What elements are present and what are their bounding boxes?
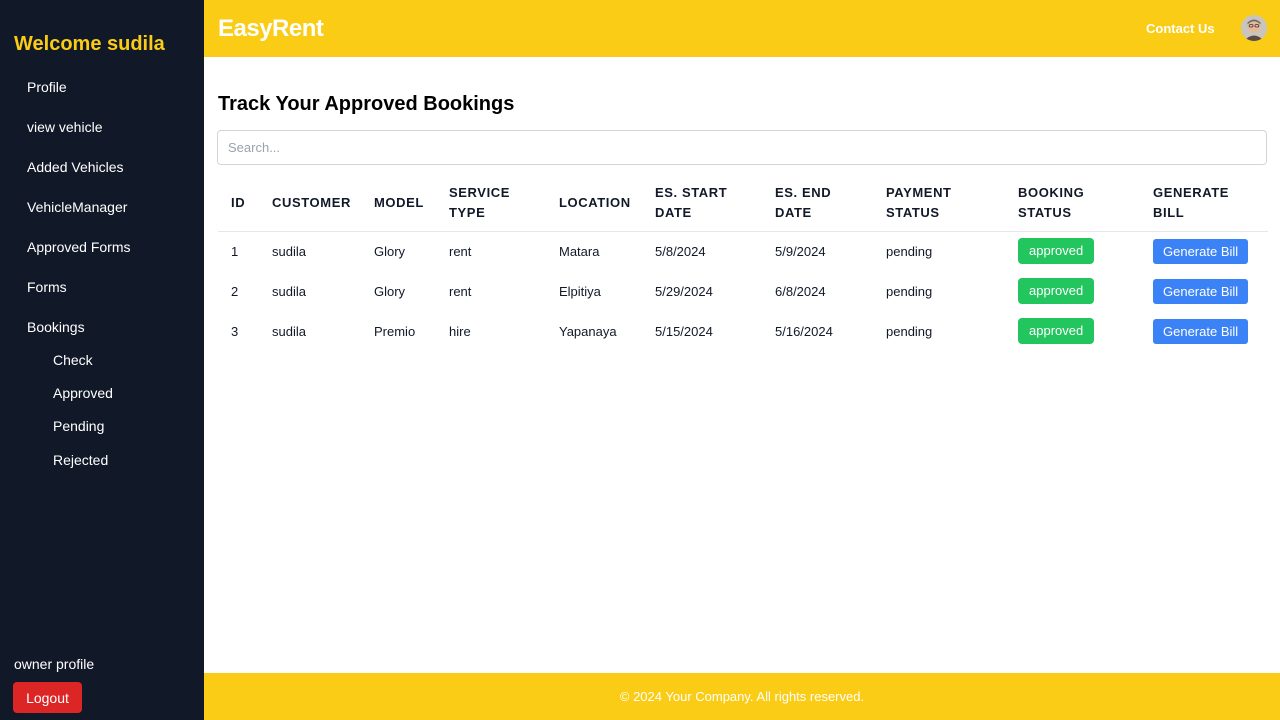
cell-payment-status: pending <box>886 283 933 299</box>
column-header-booking-status: BOOKING STATUS <box>1005 175 1140 232</box>
cell-service-type: rent <box>449 283 472 299</box>
cell-end-date: 5/16/2024 <box>775 323 833 339</box>
column-header-end-date: ES. END DATE <box>762 175 873 232</box>
status-badge: approved <box>1018 318 1095 344</box>
welcome-heading: Welcome sudila <box>14 33 165 55</box>
sidebar-item-bookings[interactable]: Bookings <box>27 319 85 335</box>
user-avatar-icon[interactable] <box>1241 15 1267 41</box>
main-content: Track Your Approved Bookings ID CUSTOMER… <box>204 57 1280 673</box>
sidebar-item-added-vehicles[interactable]: Added Vehicles <box>27 159 124 175</box>
sidebar-subitem-pending[interactable]: Pending <box>53 418 104 434</box>
top-header: EasyRent Contact Us <box>204 0 1280 57</box>
cell-id: 3 <box>231 323 239 339</box>
cell-id: 1 <box>231 243 239 259</box>
column-header-generate-bill: GENERATE BILL <box>1140 175 1268 232</box>
table-header-row: ID CUSTOMER MODEL SERVICE TYPE LOCATION … <box>218 175 1268 232</box>
logout-button[interactable]: Logout <box>13 682 82 713</box>
cell-service-type: hire <box>449 323 471 339</box>
generate-bill-button[interactable]: Generate Bill <box>1153 238 1249 264</box>
sidebar-item-view-vehicle[interactable]: view vehicle <box>27 119 102 135</box>
cell-generate-bill: Generate Bill <box>1140 311 1268 351</box>
status-badge: approved <box>1018 278 1095 304</box>
bookings-table: ID CUSTOMER MODEL SERVICE TYPE LOCATION … <box>218 175 1268 351</box>
column-header-start-date: ES. START DATE <box>642 175 762 232</box>
sidebar: Welcome sudila Profile view vehicle Adde… <box>0 0 204 720</box>
cell-payment-status: pending <box>886 243 933 259</box>
cell-model: Glory <box>374 243 406 259</box>
cell-booking-status: approved <box>1005 231 1140 271</box>
cell-customer: sudila <box>272 283 306 299</box>
sidebar-item-profile[interactable]: Profile <box>27 79 67 95</box>
owner-profile-link[interactable]: owner profile <box>14 656 94 672</box>
cell-start-date: 5/8/2024 <box>655 243 706 259</box>
generate-bill-button[interactable]: Generate Bill <box>1153 278 1249 304</box>
page-title: Track Your Approved Bookings <box>218 93 515 115</box>
sidebar-item-vehicle-manager[interactable]: VehicleManager <box>27 199 127 215</box>
column-header-model: MODEL <box>361 175 436 232</box>
cell-service-type: rent <box>449 243 472 259</box>
cell-payment-status: pending <box>886 323 933 339</box>
column-header-id: ID <box>218 175 259 232</box>
sidebar-subitem-rejected[interactable]: Rejected <box>53 452 108 468</box>
column-header-payment-status: PAYMENT STATUS <box>873 175 1005 232</box>
cell-location: Elpitiya <box>559 283 601 299</box>
cell-start-date: 5/29/2024 <box>655 283 713 299</box>
generate-bill-button[interactable]: Generate Bill <box>1153 318 1249 344</box>
column-header-customer: CUSTOMER <box>259 175 361 232</box>
cell-booking-status: approved <box>1005 271 1140 311</box>
cell-start-date: 5/15/2024 <box>655 323 713 339</box>
table-row: 2 sudila Glory rent Elpitiya 5/29/2024 6… <box>218 271 1268 311</box>
cell-generate-bill: Generate Bill <box>1140 231 1268 271</box>
sidebar-item-forms[interactable]: Forms <box>27 279 67 295</box>
cell-location: Yapanaya <box>559 323 617 339</box>
contact-us-link[interactable]: Contact Us <box>1146 21 1215 36</box>
brand-logo[interactable]: EasyRent <box>218 15 324 43</box>
sidebar-subitem-check[interactable]: Check <box>53 352 93 368</box>
sidebar-subitem-approved[interactable]: Approved <box>53 385 113 401</box>
cell-customer: sudila <box>272 323 306 339</box>
column-header-location: LOCATION <box>546 175 642 232</box>
sidebar-item-approved-forms[interactable]: Approved Forms <box>27 239 130 255</box>
cell-end-date: 6/8/2024 <box>775 283 826 299</box>
cell-booking-status: approved <box>1005 311 1140 351</box>
column-header-service-type: SERVICE TYPE <box>436 175 546 232</box>
cell-id: 2 <box>231 283 239 299</box>
table-row: 3 sudila Premio hire Yapanaya 5/15/2024 … <box>218 311 1268 351</box>
cell-model: Glory <box>374 283 406 299</box>
avatar-image <box>1241 15 1267 41</box>
status-badge: approved <box>1018 238 1095 265</box>
cell-model: Premio <box>374 323 416 339</box>
cell-generate-bill: Generate Bill <box>1140 271 1268 311</box>
table-row: 1 sudila Glory rent Matara 5/8/2024 5/9/… <box>218 231 1268 271</box>
cell-end-date: 5/9/2024 <box>775 243 826 259</box>
cell-location: Matara <box>559 243 600 259</box>
search-input[interactable] <box>217 130 1267 165</box>
cell-customer: sudila <box>272 243 306 259</box>
footer: © 2024 Your Company. All rights reserved… <box>204 673 1280 720</box>
copyright-text: © 2024 Your Company. All rights reserved… <box>619 689 865 704</box>
